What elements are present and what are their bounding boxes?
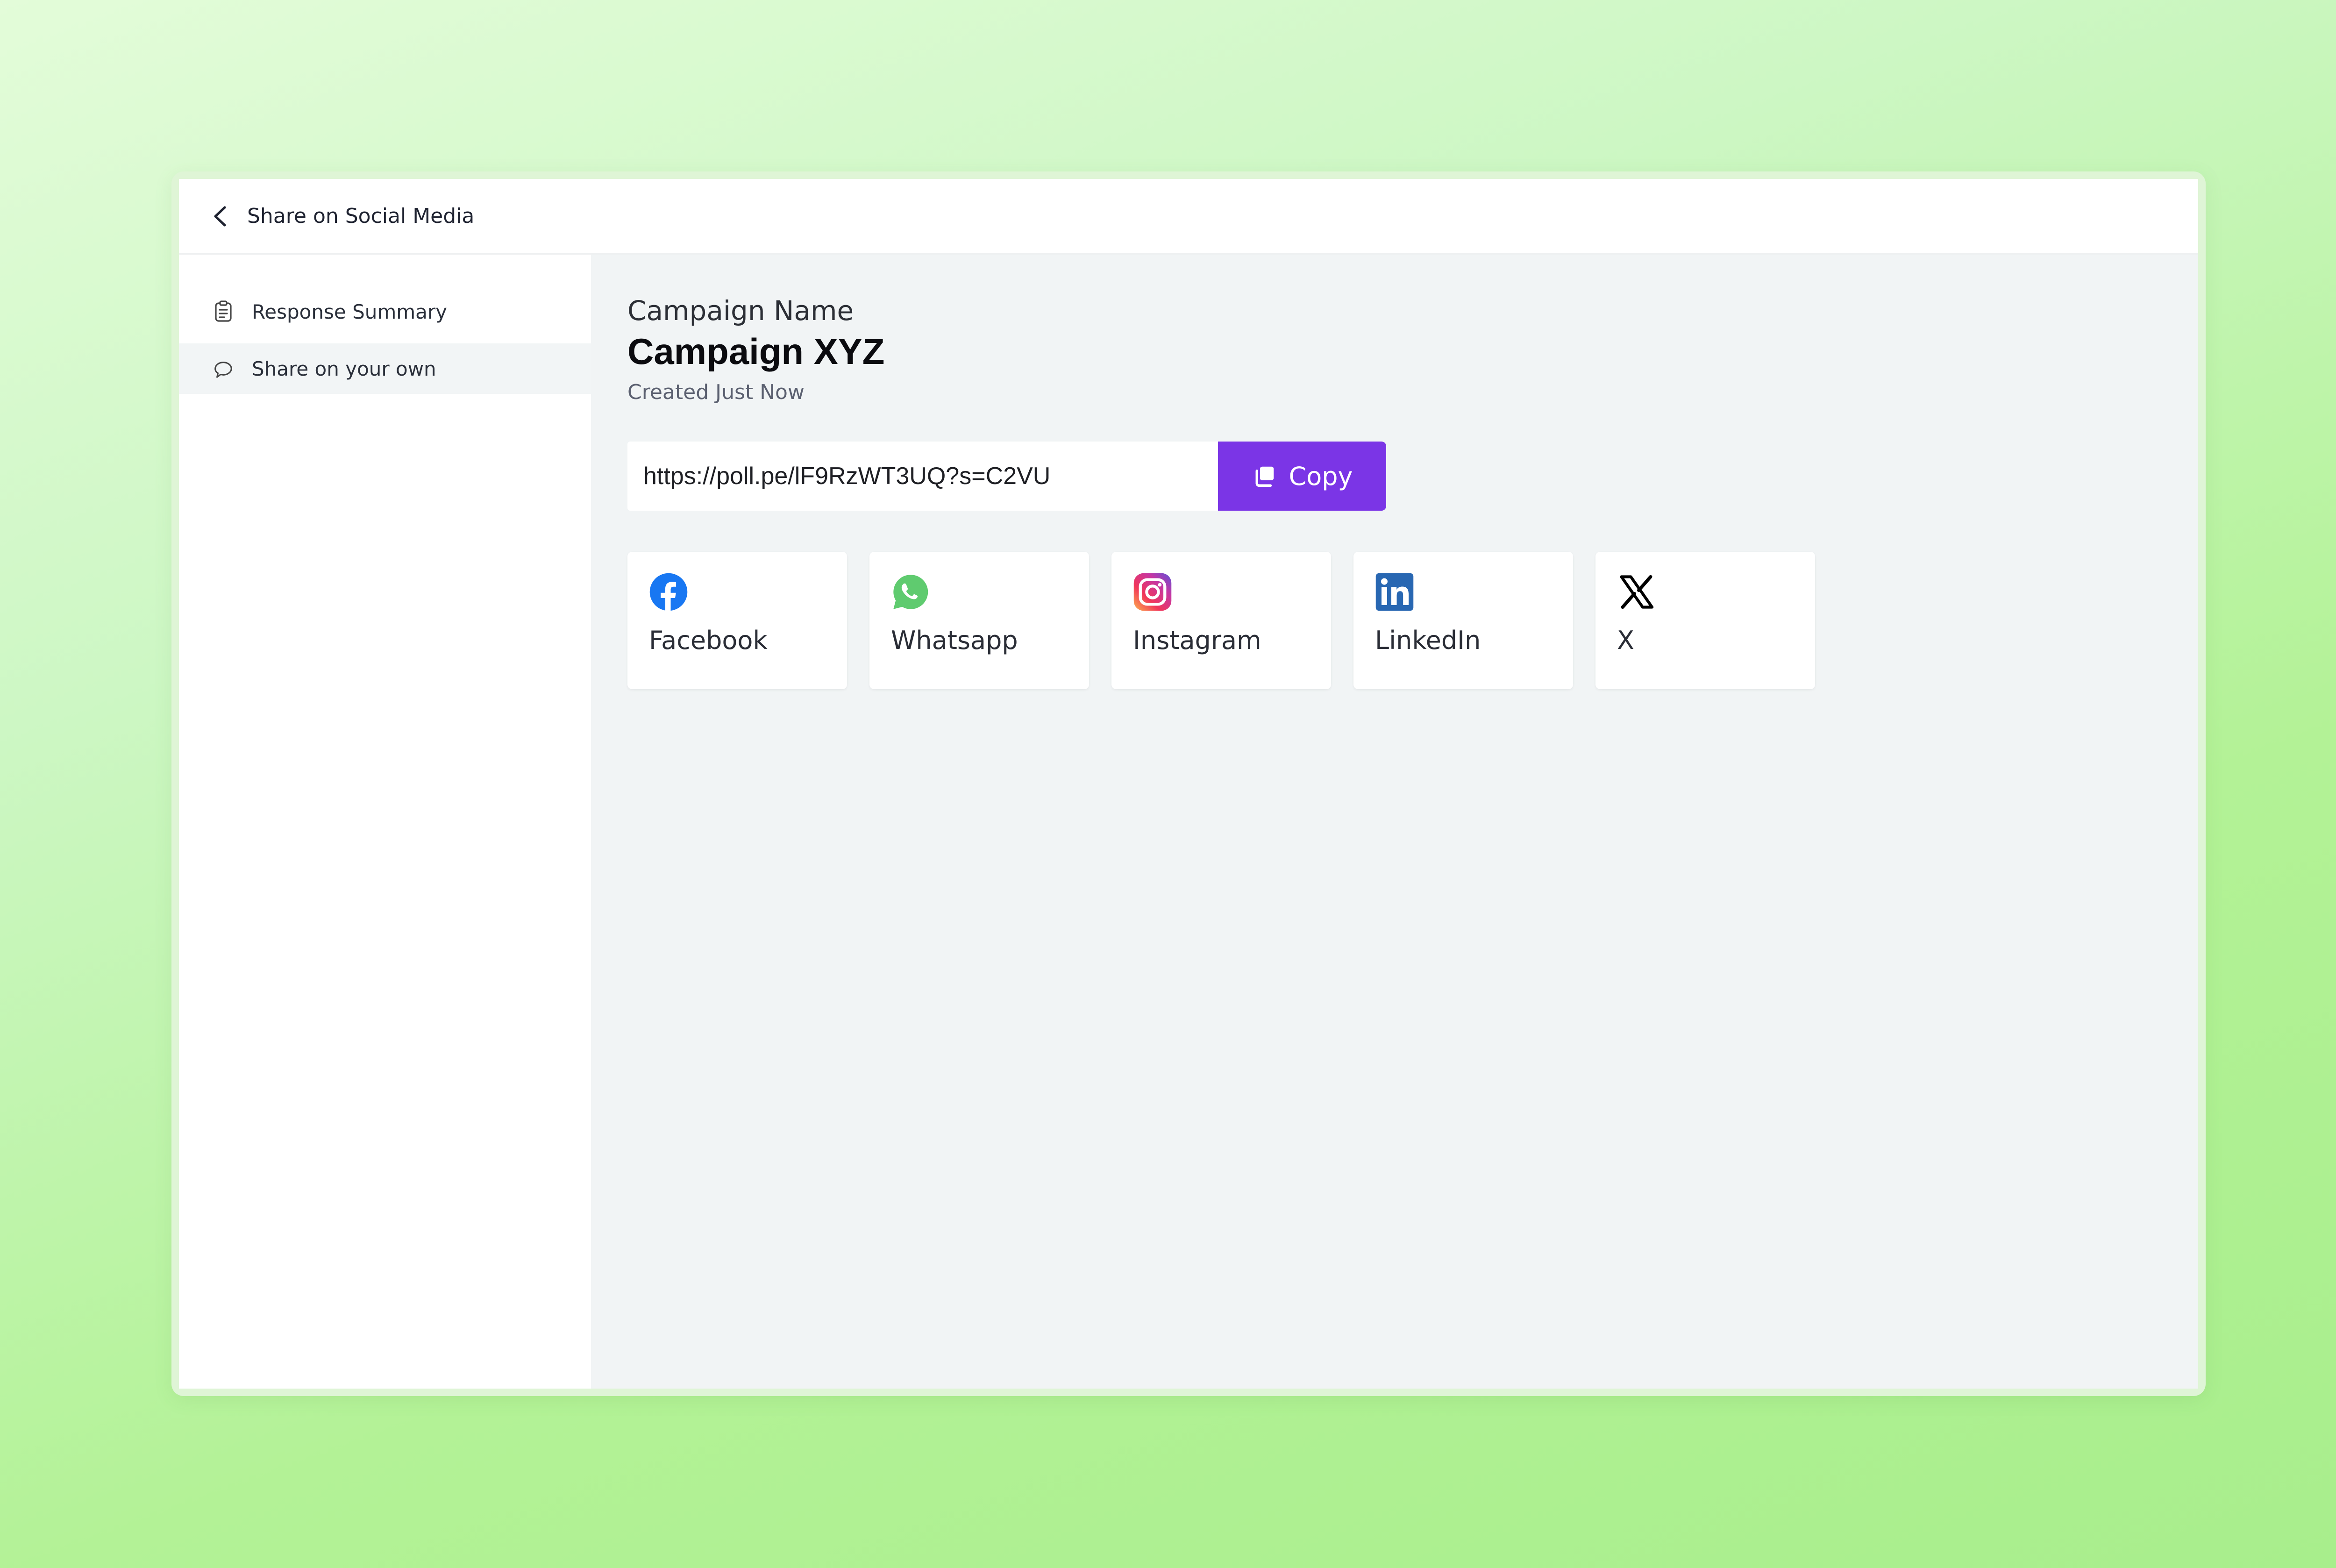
app-frame: Share on Social Media Response Summary S… — [171, 171, 2206, 1396]
copy-button[interactable]: Copy — [1218, 442, 1386, 511]
sidebar-item-label: Response Summary — [252, 300, 448, 323]
share-x-card[interactable]: X — [1595, 552, 1815, 689]
whatsapp-icon — [891, 572, 930, 612]
campaign-name: Campaign XYZ — [627, 331, 885, 372]
share-hand-icon — [211, 356, 236, 381]
share-link-input[interactable] — [627, 442, 1218, 511]
page-title: Share on Social Media — [247, 204, 475, 228]
x-icon — [1617, 572, 1656, 612]
copy-button-label: Copy — [1289, 461, 1353, 491]
sidebar-item-share-on-your-own[interactable]: Share on your own — [179, 343, 591, 394]
sidebar-item-response-summary[interactable]: Response Summary — [179, 286, 591, 337]
share-instagram-label: Instagram — [1133, 626, 1261, 655]
clipboard-icon — [211, 299, 236, 324]
share-whatsapp-label: Whatsapp — [891, 626, 1018, 655]
share-whatsapp-card[interactable]: Whatsapp — [869, 552, 1089, 689]
share-linkedin-label: LinkedIn — [1375, 626, 1481, 655]
share-facebook-label: Facebook — [649, 626, 768, 655]
linkedin-icon — [1375, 572, 1414, 612]
top-bar: Share on Social Media — [179, 179, 2198, 255]
campaign-label: Campaign Name — [627, 295, 854, 327]
facebook-icon — [649, 572, 688, 612]
share-instagram-card[interactable]: Instagram — [1111, 552, 1331, 689]
social-share-list: Facebook Whatsapp Instagram LinkedIn X — [627, 552, 2198, 689]
app-window: Share on Social Media Response Summary S… — [179, 179, 2198, 1389]
share-linkedin-card[interactable]: LinkedIn — [1353, 552, 1573, 689]
main-content: Campaign Name Campaign XYZ Created Just … — [591, 255, 2198, 1389]
share-link-row: Copy — [627, 442, 2198, 511]
share-x-label: X — [1617, 626, 1634, 655]
instagram-icon — [1133, 572, 1172, 612]
back-arrow-icon[interactable] — [207, 202, 235, 230]
share-facebook-card[interactable]: Facebook — [627, 552, 847, 689]
sidebar-item-label: Share on your own — [252, 357, 436, 380]
sidebar: Response Summary Share on your own — [179, 255, 591, 1389]
copy-icon — [1252, 463, 1277, 489]
campaign-created: Created Just Now — [627, 380, 805, 404]
